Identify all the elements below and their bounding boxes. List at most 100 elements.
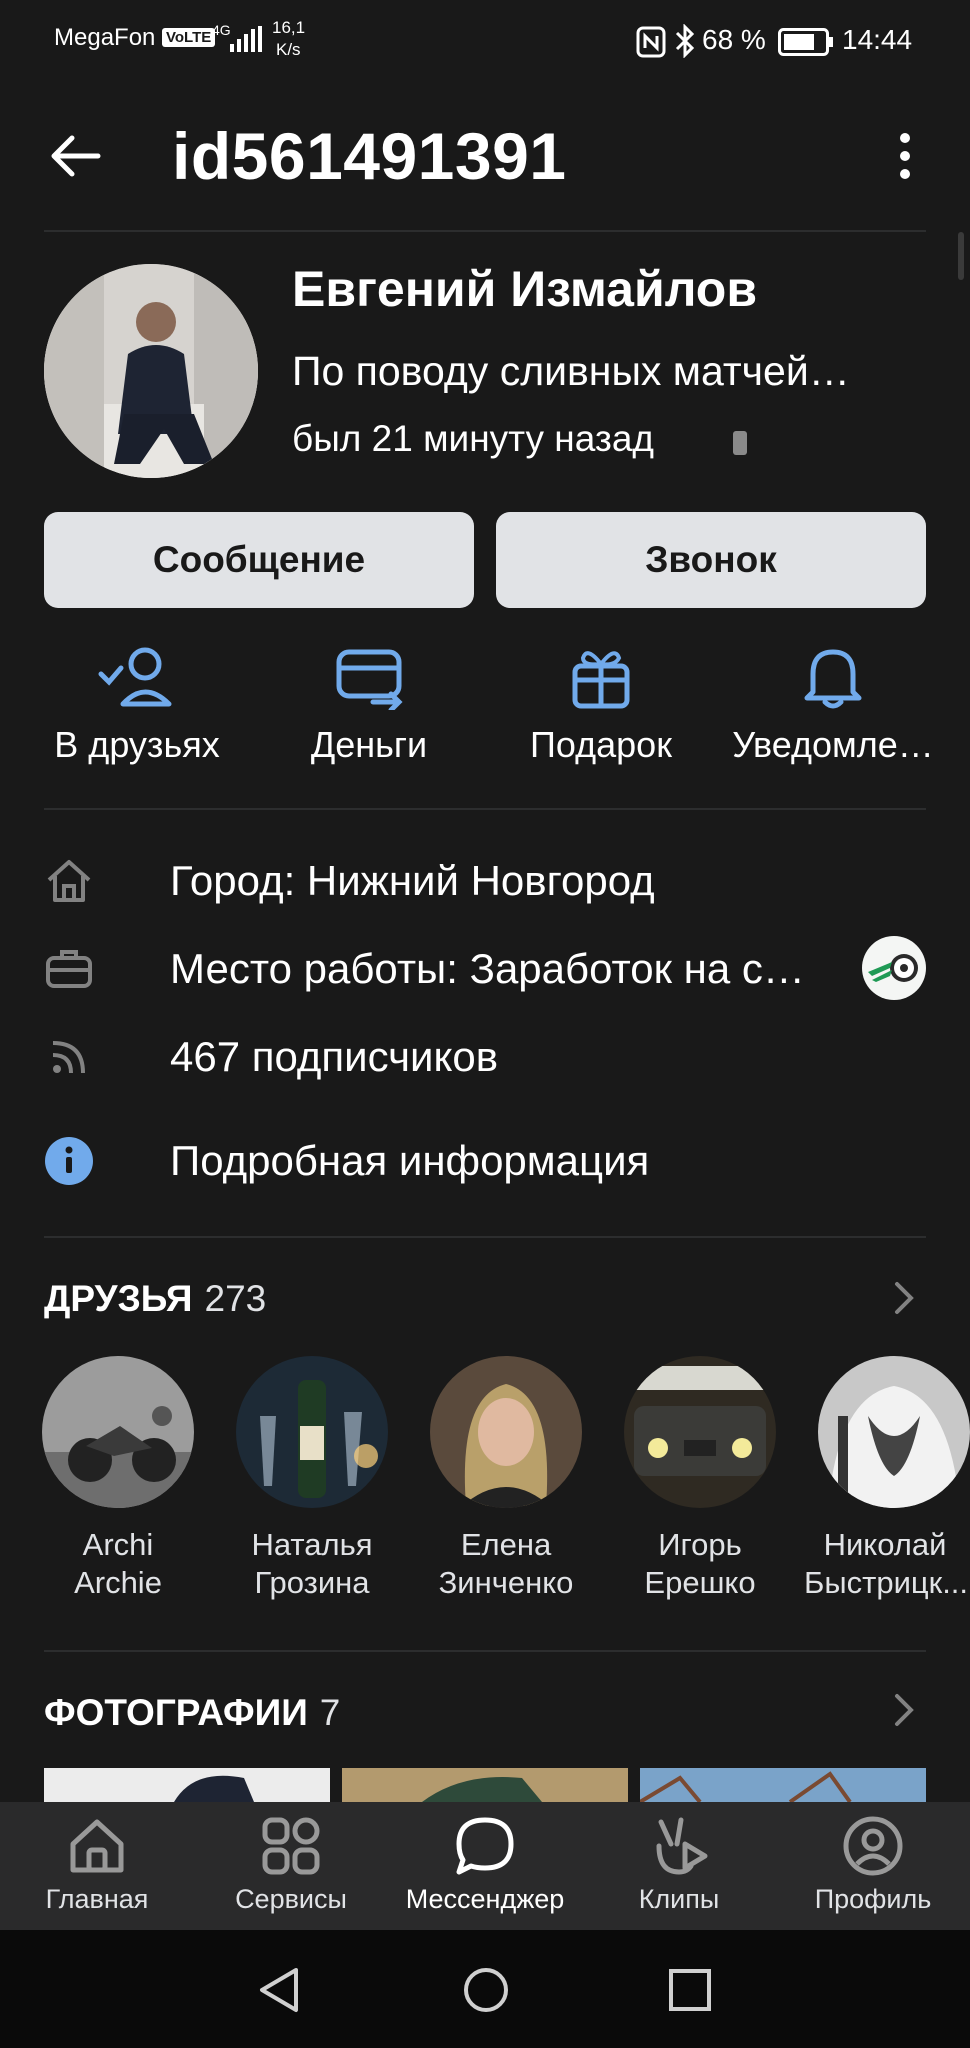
- friend-card[interactable]: Archi Archie: [28, 1356, 208, 1602]
- mobile-icon: [733, 431, 747, 455]
- friend-name-first: Archi: [82, 1527, 154, 1562]
- home-outline-icon: [42, 854, 96, 908]
- friend-name-last: Быстрицк...: [804, 1565, 966, 1600]
- briefcase-icon: [42, 942, 96, 996]
- actions-divider: [44, 808, 926, 810]
- messenger-icon: [456, 1817, 514, 1875]
- action-label: Деньги: [310, 724, 428, 765]
- carrier-name: MegaFon: [54, 24, 156, 51]
- friend-check-icon: [98, 647, 172, 707]
- info-city-row: Город: Нижний Новгород: [42, 854, 655, 908]
- tab-bar: Главная Сервисы Мессенджер Клипы Профиль: [0, 1802, 970, 1930]
- home-icon: [70, 1819, 124, 1873]
- profile-status[interactable]: По поводу сливных матчей…: [292, 348, 932, 395]
- info-details: Подробная информация: [170, 1137, 650, 1184]
- action-gift[interactable]: Подарок: [486, 644, 716, 766]
- clock: 14:44: [842, 24, 913, 55]
- friends-header[interactable]: ДРУЗЬЯ 273: [44, 1278, 266, 1320]
- profile-avatar[interactable]: [44, 264, 258, 478]
- tab-home[interactable]: Главная: [0, 1802, 194, 1930]
- photo-thumbnail[interactable]: [44, 1768, 330, 1802]
- friends-divider: [44, 1650, 926, 1652]
- battery-icon: [778, 28, 833, 56]
- friend-name-last: Archie: [74, 1565, 162, 1600]
- scrollbar[interactable]: [958, 232, 964, 280]
- profile-icon: [843, 1816, 903, 1876]
- photos-title: ФОТОГРАФИИ: [44, 1692, 308, 1733]
- friend-avatar: [624, 1356, 776, 1508]
- chevron-right-icon[interactable]: [892, 1280, 916, 1316]
- status-bar: MegaFon VoLTE 4G 16,1 K/s 68 % 14:44: [0, 0, 970, 84]
- friend-name-last: Грозина: [254, 1565, 370, 1600]
- bell-icon: [804, 649, 862, 709]
- gift-icon: [572, 651, 630, 709]
- avatar-photo: [44, 264, 258, 478]
- info-followers-row[interactable]: 467 подписчиков: [42, 1030, 498, 1084]
- tab-clips[interactable]: Клипы: [582, 1802, 776, 1930]
- friend-card[interactable]: Игорь Ерешко: [610, 1356, 790, 1602]
- clips-icon: [656, 1817, 708, 1875]
- friend-card[interactable]: Наталья Грозина: [222, 1356, 402, 1602]
- work-group-avatar[interactable]: [862, 936, 926, 1000]
- photo-thumbnail[interactable]: [342, 1768, 628, 1802]
- friend-name-first: Николай: [823, 1527, 947, 1562]
- friend-name-first: Игорь: [658, 1527, 742, 1562]
- tab-label: Главная: [45, 1884, 149, 1914]
- photo-thumbnail[interactable]: [640, 1768, 926, 1802]
- rss-icon: [42, 1030, 96, 1084]
- info-city: Город: Нижний Новгород: [170, 857, 655, 904]
- friend-name-last: Зинченко: [438, 1565, 574, 1600]
- info-icon: [42, 1134, 96, 1188]
- system-nav-bar: [0, 1930, 970, 2048]
- info-divider: [44, 1236, 926, 1238]
- money-transfer-icon: [336, 649, 403, 710]
- tab-messenger[interactable]: Мессенджер: [388, 1802, 582, 1930]
- tab-profile[interactable]: Профиль: [776, 1802, 970, 1930]
- action-label: В друзьях: [54, 724, 220, 765]
- nav-back-icon[interactable]: [256, 1966, 302, 2014]
- friend-avatar: [818, 1356, 970, 1508]
- volte-badge: VoLTE: [162, 28, 216, 47]
- info-work: Место работы: Заработок на с…: [170, 945, 805, 992]
- friend-avatar: [42, 1356, 194, 1508]
- profile-name: Евгений Измайлов: [292, 261, 758, 317]
- header-divider: [44, 230, 926, 232]
- action-label: Уведомле…: [732, 724, 934, 765]
- message-button[interactable]: Сообщение: [44, 512, 474, 608]
- speed-unit: K/s: [276, 40, 301, 59]
- tab-label: Сервисы: [235, 1884, 347, 1914]
- action-notifications[interactable]: Уведомле…: [718, 644, 948, 766]
- speed-value: 16,1: [272, 18, 306, 37]
- action-friends[interactable]: В друзьях: [22, 644, 252, 766]
- info-work-row[interactable]: Место работы: Заработок на с…: [42, 942, 805, 996]
- nav-recents-icon[interactable]: [668, 1968, 712, 2012]
- action-label: Подарок: [530, 724, 672, 765]
- info-details-row[interactable]: Подробная информация: [42, 1134, 649, 1188]
- friend-card[interactable]: Елена Зинченко: [416, 1356, 596, 1602]
- call-button[interactable]: Звонок: [496, 512, 926, 608]
- back-arrow-icon[interactable]: [48, 132, 104, 180]
- nav-home-icon[interactable]: [462, 1966, 510, 2014]
- nfc-icon: [636, 26, 666, 58]
- photos-count: 7: [319, 1692, 341, 1733]
- tab-label: Профиль: [814, 1884, 932, 1914]
- bluetooth-icon: [675, 24, 695, 58]
- tab-label: Мессенджер: [405, 1884, 565, 1914]
- chevron-right-icon[interactable]: [892, 1692, 916, 1728]
- photos-header[interactable]: ФОТОГРАФИИ 7: [44, 1692, 340, 1734]
- battery-percent: 68 %: [702, 24, 766, 55]
- football-logo-icon: [868, 954, 918, 982]
- friend-card[interactable]: Николай Быстрицк...: [804, 1356, 970, 1602]
- signal-icon: [230, 26, 262, 52]
- action-money[interactable]: Деньги: [254, 644, 484, 766]
- more-options-icon[interactable]: [892, 132, 918, 180]
- friend-name-first: Наталья: [251, 1527, 373, 1562]
- tab-label: Клипы: [638, 1884, 720, 1914]
- tab-services[interactable]: Сервисы: [194, 1802, 388, 1930]
- page-title: id561491391: [172, 119, 567, 193]
- friend-name-last: Ерешко: [644, 1565, 756, 1600]
- last-seen: был 21 минуту назад: [292, 418, 654, 459]
- friend-name-first: Елена: [460, 1527, 552, 1562]
- friend-avatar: [236, 1356, 388, 1508]
- friend-avatar: [430, 1356, 582, 1508]
